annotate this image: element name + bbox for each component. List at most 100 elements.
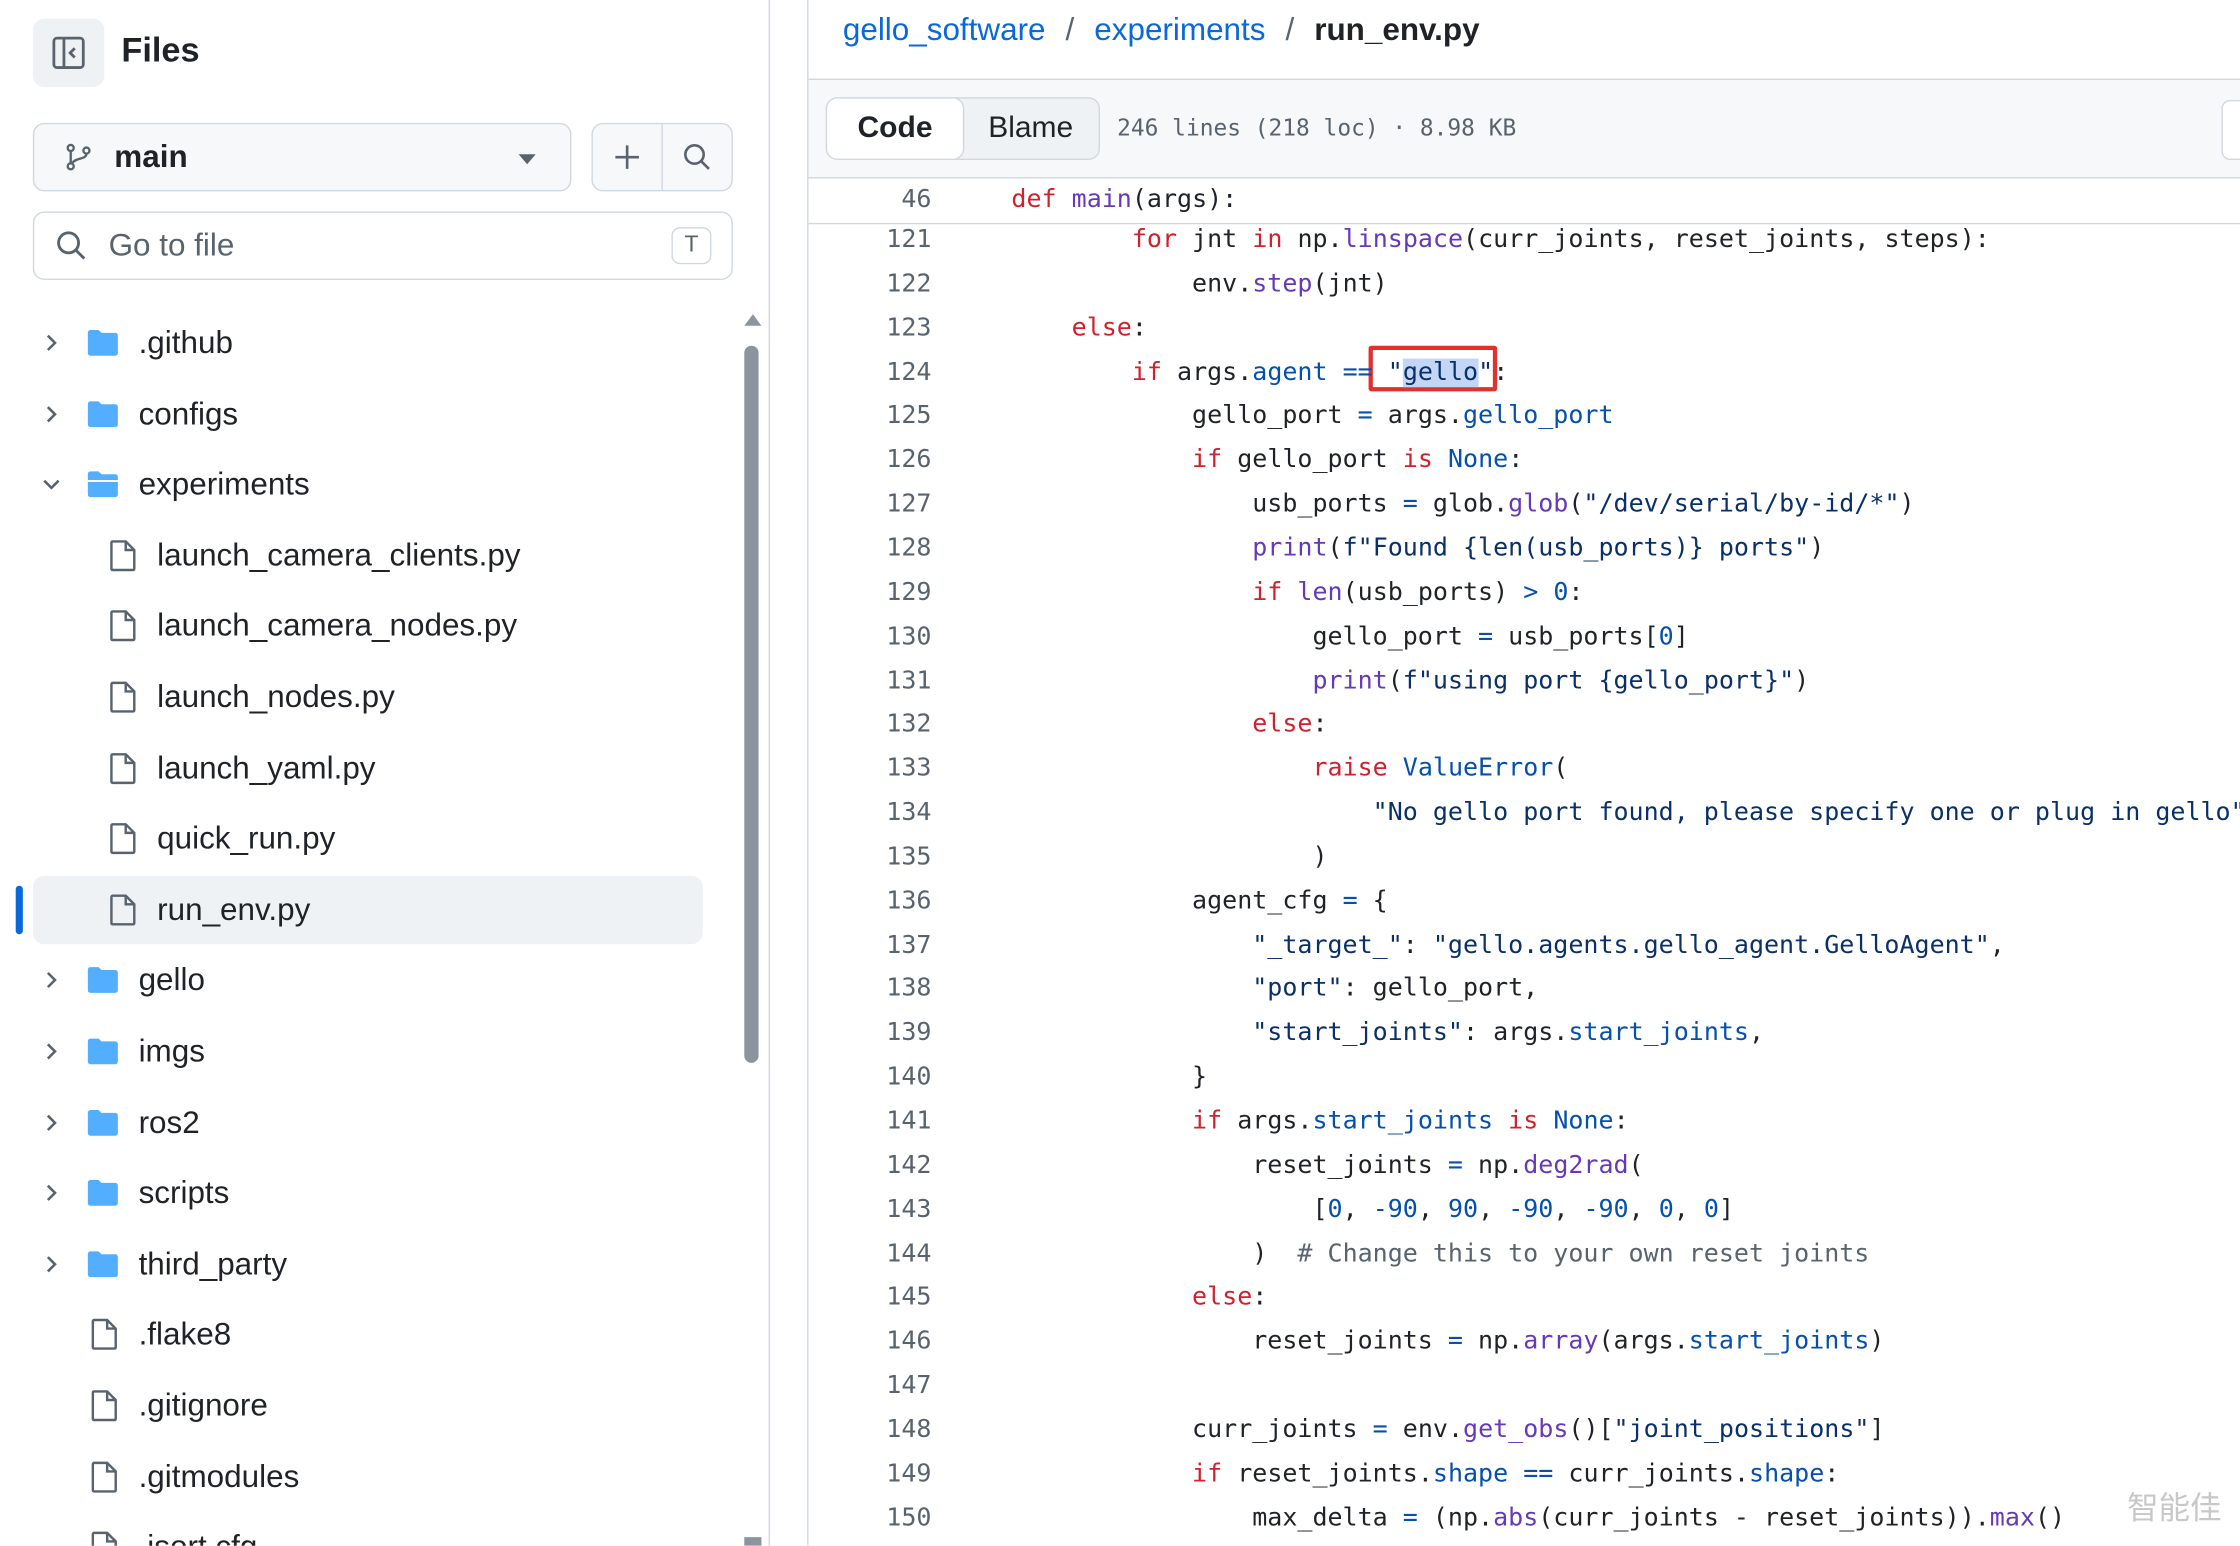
go-to-file-input[interactable] <box>105 225 626 266</box>
line-number[interactable]: 124 <box>809 358 931 387</box>
line-number[interactable]: 125 <box>809 402 931 431</box>
add-file-button[interactable] <box>593 124 662 190</box>
code-line[interactable]: 125 gello_port = args.gello_port <box>809 399 2240 443</box>
line-number[interactable]: 128 <box>809 534 931 563</box>
code-line[interactable]: 132 else: <box>809 708 2240 752</box>
copy-raw-button[interactable] <box>2221 99 2240 160</box>
tree-file[interactable]: run_env.py <box>32 875 703 944</box>
tree-folder[interactable]: gello <box>33 946 703 1015</box>
line-number[interactable]: 143 <box>809 1195 931 1224</box>
code-line[interactable]: 122 env.step(jnt) <box>809 267 2240 311</box>
scroll-up-arrow-icon[interactable] <box>744 314 762 326</box>
chevron-right-icon[interactable] <box>41 1041 61 1061</box>
code-line[interactable]: 131 print(f"using port {gello_port}") <box>809 664 2240 708</box>
scroll-down-arrow-icon[interactable] <box>744 1537 762 1546</box>
line-number[interactable]: 139 <box>809 1019 931 1048</box>
line-number[interactable]: 149 <box>809 1460 931 1489</box>
tree-folder[interactable]: configs <box>33 379 703 448</box>
code-line[interactable]: 148 curr_joints = env.get_obs()["joint_p… <box>809 1413 2240 1457</box>
tab-blame[interactable]: Blame <box>963 99 1099 159</box>
code-line[interactable]: 128 print(f"Found {len(usb_ports)} ports… <box>809 531 2240 575</box>
tree-file[interactable]: quick_run.py <box>33 805 703 874</box>
code-line[interactable]: 135 ) <box>809 840 2240 884</box>
code-line[interactable]: 137 "_target_": "gello.agents.gello_agen… <box>809 928 2240 972</box>
tree-file[interactable]: launch_nodes.py <box>33 663 703 732</box>
line-number[interactable]: 137 <box>809 931 931 960</box>
code-line[interactable]: 149 if reset_joints.shape == curr_joints… <box>809 1457 2240 1501</box>
search-files-button[interactable] <box>661 124 731 190</box>
tree-file[interactable]: .gitignore <box>33 1371 703 1440</box>
tree-folder[interactable]: ros2 <box>33 1088 703 1157</box>
line-number[interactable]: 141 <box>809 1107 931 1136</box>
code-line[interactable]: 141 if args.start_joints is None: <box>809 1104 2240 1148</box>
line-number[interactable]: 129 <box>809 578 931 607</box>
sticky-scope-header[interactable]: 46 def main(args): <box>808 179 2240 225</box>
code-line[interactable]: 144 ) # Change this to your own reset jo… <box>809 1236 2240 1280</box>
line-number[interactable]: 150 <box>809 1504 931 1533</box>
line-number[interactable]: 131 <box>809 666 931 695</box>
chevron-down-icon[interactable] <box>41 475 61 495</box>
code-line[interactable]: 121 for jnt in np.linspace(curr_joints, … <box>809 223 2240 267</box>
tree-file[interactable]: .isort.cfg <box>33 1513 703 1546</box>
code-line[interactable]: 139 "start_joints": args.start_joints, <box>809 1016 2240 1060</box>
chevron-right-icon[interactable] <box>41 1254 61 1274</box>
code-line[interactable]: 140 } <box>809 1060 2240 1104</box>
code-line[interactable]: 146 reset_joints = np.array(args.start_j… <box>809 1325 2240 1369</box>
scrollbar-thumb[interactable] <box>744 345 759 1063</box>
line-number[interactable]: 132 <box>809 710 931 739</box>
code-line[interactable]: 127 usb_ports = glob.glob("/dev/serial/b… <box>809 487 2240 531</box>
code-line[interactable]: 130 gello_port = usb_ports[0] <box>809 619 2240 663</box>
code-line[interactable]: 124 if args.agent == "gello": <box>809 355 2240 399</box>
sidebar-scrollbar[interactable] <box>741 314 762 1546</box>
code-line[interactable]: 126 if gello_port is None: <box>809 443 2240 487</box>
line-number[interactable]: 138 <box>809 975 931 1004</box>
line-number[interactable]: 148 <box>809 1416 931 1445</box>
line-number[interactable]: 147 <box>809 1372 931 1401</box>
tree-folder[interactable]: scripts <box>33 1159 703 1228</box>
code-line[interactable]: 134 "No gello port found, please specify… <box>809 796 2240 840</box>
tree-folder[interactable]: experiments <box>33 450 703 519</box>
tree-file[interactable]: .flake8 <box>33 1301 703 1370</box>
line-number[interactable]: 146 <box>809 1327 931 1356</box>
tree-file[interactable]: launch_yaml.py <box>33 734 703 803</box>
chevron-right-icon[interactable] <box>41 333 61 353</box>
chevron-right-icon[interactable] <box>41 971 61 991</box>
breadcrumb-folder-link[interactable]: experiments <box>1094 11 1265 48</box>
line-number[interactable]: 142 <box>809 1151 931 1180</box>
line-number[interactable]: 145 <box>809 1283 931 1312</box>
branch-selector[interactable]: main <box>32 122 572 192</box>
code-line[interactable]: 138 "port": gello_port, <box>809 972 2240 1016</box>
line-number[interactable]: 121 <box>809 226 931 255</box>
tree-file[interactable]: launch_camera_nodes.py <box>33 592 703 661</box>
code-line[interactable]: 133 raise ValueError( <box>809 752 2240 796</box>
chevron-right-icon[interactable] <box>41 1112 61 1132</box>
line-number[interactable]: 133 <box>809 755 931 784</box>
code-line[interactable]: 129 if len(usb_ports) > 0: <box>809 575 2240 619</box>
code-line[interactable]: 143 [0, -90, 90, -90, -90, 0, 0] <box>809 1192 2240 1236</box>
line-number[interactable]: 136 <box>809 887 931 916</box>
line-number[interactable]: 134 <box>809 799 931 828</box>
go-to-file-field[interactable]: T <box>32 211 733 280</box>
tab-code[interactable]: Code <box>827 98 965 159</box>
line-number[interactable]: 126 <box>809 446 931 475</box>
code-line[interactable]: 136 agent_cfg = { <box>809 884 2240 928</box>
line-number[interactable]: 144 <box>809 1239 931 1268</box>
collapse-sidebar-button[interactable] <box>32 18 105 88</box>
tree-file[interactable]: .gitmodules <box>33 1442 703 1511</box>
line-number[interactable]: 127 <box>809 490 931 519</box>
line-number[interactable]: 135 <box>809 843 931 872</box>
line-number[interactable]: 122 <box>809 270 931 299</box>
tree-folder[interactable]: third_party <box>33 1230 703 1299</box>
code-line[interactable]: 150 max_delta = (np.abs(curr_joints - re… <box>809 1501 2240 1545</box>
code-line[interactable]: 123 else: <box>809 311 2240 355</box>
code-area[interactable]: 46 def main(args): 121 for jnt in np.lin… <box>808 179 2240 1546</box>
line-number[interactable]: 140 <box>809 1063 931 1092</box>
line-number[interactable]: 123 <box>809 314 931 343</box>
code-line[interactable]: 147 <box>809 1369 2240 1413</box>
chevron-right-icon[interactable] <box>41 1183 61 1203</box>
code-line[interactable]: 145 else: <box>809 1281 2240 1325</box>
tree-folder[interactable]: imgs <box>33 1017 703 1086</box>
line-number[interactable]: 130 <box>809 622 931 651</box>
chevron-right-icon[interactable] <box>41 404 61 424</box>
breadcrumb-repo-link[interactable]: gello_software <box>843 11 1046 48</box>
